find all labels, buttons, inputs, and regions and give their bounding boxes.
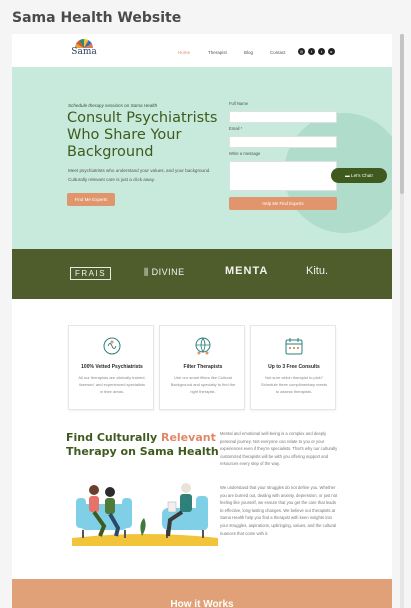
brain-icon [103,337,121,355]
facebook-icon[interactable]: f [308,48,315,55]
instagram-icon[interactable]: ◎ [298,48,305,55]
section-title-part1: Find Culturally [66,431,161,444]
section-title-highlight: Relevant [160,431,216,444]
feature-card-vetted: 100% Vetted Psychiatrists All our therap… [68,325,154,410]
hero-kicker: Schedule therapy sessions on Sama Health [68,103,158,108]
partner-logo-divine: ⫼ DIVINE [144,267,185,277]
partner-logo-frais: FRAIS [70,267,112,280]
how-it-works-band: How it Works [12,579,392,608]
youtube-icon[interactable]: ▸ [328,48,335,55]
website-preview: Sama Home Therapist Blog Contact ◎ f t ▸… [12,34,392,608]
scrollbar[interactable] [400,34,404,608]
scrollbar-thumb[interactable] [400,34,404,194]
feature-title: Up to 3 Free Consults [268,364,320,370]
partner-logo-menta: MENTA [225,265,269,277]
chat-bubble-icon: ▬ [345,173,350,178]
section-paragraph-2: We understand that your struggles do not… [220,485,338,536]
chat-button[interactable]: ▬ Let's Chat! [331,168,387,183]
message-label: Write a message [229,151,261,156]
nav-link-blog[interactable]: Blog [244,50,253,55]
email-label: Email * [229,126,243,131]
nav-link-home[interactable]: Home [178,50,190,55]
partner-logo-kitu: Kitu. [306,265,329,277]
calendar-icon [285,338,303,355]
full-name-field[interactable] [229,111,337,123]
partner-logos-band: FRAIS ⫼ DIVINE MENTA Kitu. [12,249,392,299]
section-paragraph-1: Mental and emotional well-being is a com… [220,431,338,467]
feature-title: Filter Therapists [183,364,223,370]
feature-title: 100% Vetted Psychiatrists [81,364,143,370]
top-nav: Sama Home Therapist Blog Contact ◎ f t ▸ [12,34,392,68]
section-title: Find Culturally Relevant Therapy on Sama… [66,431,226,459]
submit-button[interactable]: Help Me Find Experts [229,197,337,210]
sama-logo[interactable]: Sama [68,39,100,65]
chat-label: Let's Chat! [351,173,373,178]
globe-people-icon [195,337,211,355]
twitter-icon[interactable]: t [318,48,325,55]
feature-card-consults: Up to 3 Free Consults Not sure which the… [250,325,336,410]
feature-desc: All our therapists are clinically traine… [78,375,146,394]
hero-title: Consult Psychiatrists Who Share Your Bac… [67,110,218,160]
nav-link-contact[interactable]: Contact [270,50,286,55]
full-name-label: Full Name [229,101,249,106]
section-title-part2: Therapy on Sama Health [66,445,219,458]
nav-link-therapist[interactable]: Therapist [208,50,227,55]
feature-desc: Not sure which therapist to pick? Schedu… [260,375,328,394]
message-field[interactable] [229,161,337,191]
window-title: Sama Health Website [12,10,182,26]
how-it-works-title: How it Works [170,599,234,608]
email-field[interactable] [229,136,337,148]
logo-text: Sama [71,47,97,57]
therapy-session-illustration [72,483,218,546]
find-experts-button[interactable]: Find Me Experts [67,193,115,206]
feature-desc: Use our smart filters like Cultural Back… [170,375,236,394]
hero-description: Meet psychiatrists who understand your v… [68,168,211,182]
partner-name-divine: DIVINE [151,267,185,277]
hero-section: Schedule therapy sessions on Sama Health… [12,67,392,249]
feature-card-filter: Filter Therapists Use our smart filters … [159,325,245,410]
